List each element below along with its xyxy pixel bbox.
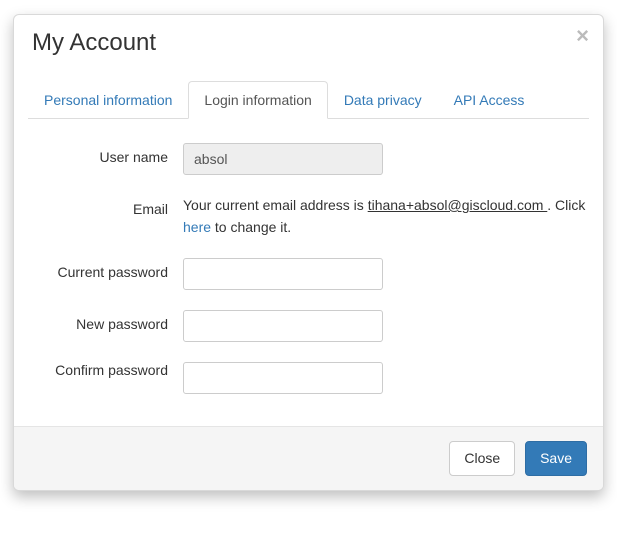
- new-password-input[interactable]: [183, 310, 383, 342]
- save-button[interactable]: Save: [525, 441, 587, 475]
- row-current-password: Current password: [28, 258, 589, 290]
- tab-personal-information[interactable]: Personal information: [28, 81, 188, 119]
- modal-title: My Account: [32, 29, 585, 57]
- label-confirm-password: Confirm password: [28, 362, 183, 378]
- email-text-suffix2: to change it.: [211, 219, 291, 235]
- label-new-password: New password: [28, 310, 183, 332]
- email-address: tihana+absol@giscloud.com: [368, 197, 548, 213]
- label-current-password: Current password: [28, 258, 183, 280]
- username-input[interactable]: [183, 143, 383, 175]
- email-text-prefix: Your current email address is: [183, 197, 368, 213]
- tabs: Personal information Login information D…: [28, 81, 589, 119]
- tab-personal-link[interactable]: Personal information: [28, 81, 188, 119]
- change-email-link[interactable]: here: [183, 219, 211, 235]
- modal-body: Personal information Login information D…: [14, 63, 603, 426]
- tab-login-link[interactable]: Login information: [188, 81, 327, 119]
- tab-data-privacy[interactable]: Data privacy: [328, 81, 438, 119]
- tab-privacy-link[interactable]: Data privacy: [328, 81, 438, 119]
- tab-login-information[interactable]: Login information: [188, 81, 327, 119]
- row-confirm-password: Confirm password: [28, 362, 589, 394]
- row-username: User name: [28, 143, 589, 175]
- tab-api-link[interactable]: API Access: [438, 81, 541, 119]
- current-password-input[interactable]: [183, 258, 383, 290]
- row-email: Email Your current email address is tiha…: [28, 195, 589, 238]
- email-description: Your current email address is tihana+abs…: [183, 195, 589, 238]
- modal-footer: Close Save: [14, 426, 603, 489]
- email-text-suffix1: . Click: [547, 197, 585, 213]
- confirm-password-input[interactable]: [183, 362, 383, 394]
- tab-api-access[interactable]: API Access: [438, 81, 541, 119]
- label-username: User name: [28, 143, 183, 165]
- row-new-password: New password: [28, 310, 589, 342]
- close-icon[interactable]: ×: [576, 25, 589, 47]
- modal-header: My Account ×: [14, 15, 603, 63]
- close-button[interactable]: Close: [449, 441, 515, 475]
- my-account-modal: My Account × Personal information Login …: [13, 14, 604, 491]
- label-email: Email: [28, 195, 183, 217]
